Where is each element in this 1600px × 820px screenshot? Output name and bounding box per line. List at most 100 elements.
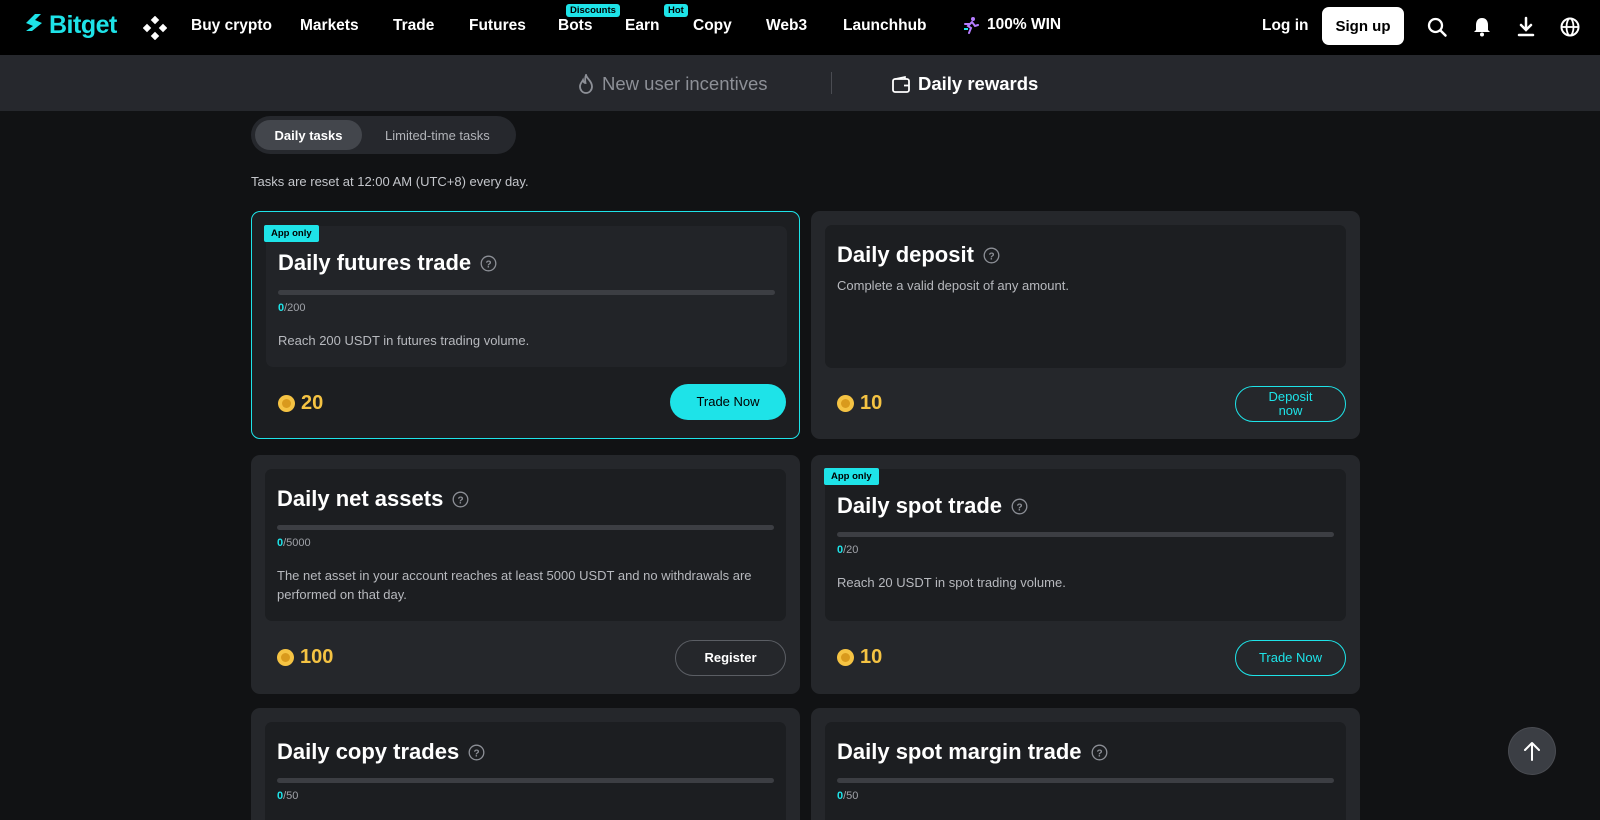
coin-icon [837, 649, 854, 666]
wallet-icon [892, 75, 910, 93]
daily-rewards-label: Daily rewards [918, 73, 1039, 94]
tab-daily-tasks[interactable]: Daily tasks [255, 120, 362, 150]
task-title: Daily net assets ? [277, 486, 469, 512]
progress-target: /50 [283, 790, 299, 802]
promo-label: 100% WIN [987, 16, 1062, 33]
tab-daily-rewards[interactable]: Daily rewards [892, 73, 1038, 95]
earn-hot-badge: Hot [664, 4, 688, 17]
brand-name: Bitget [49, 11, 117, 39]
search-icon[interactable] [1426, 16, 1448, 38]
bitget-logo-icon [26, 13, 42, 31]
task-card-deposit: Daily deposit ? Complete a valid deposit… [811, 211, 1360, 439]
task-title-text: Daily net assets [277, 486, 444, 511]
trade-now-button[interactable]: Trade Now [1235, 640, 1346, 676]
task-title-text: Daily spot trade [837, 493, 1003, 518]
task-card-spot-margin-trade: Daily spot margin trade ? 0/50 [811, 708, 1360, 820]
task-title-text: Daily spot margin trade [837, 739, 1082, 764]
nav-earn[interactable]: Earn [625, 17, 659, 35]
nav-trade[interactable]: Trade [393, 17, 434, 35]
svg-text:?: ? [988, 251, 994, 262]
scroll-to-top-button[interactable] [1509, 728, 1555, 774]
progress-text: 0/50 [837, 790, 858, 802]
progress-text: 0/5000 [277, 537, 311, 549]
task-card-body: Daily spot margin trade ? 0/50 [825, 722, 1346, 820]
app-only-badge: App only [264, 225, 319, 242]
task-card-spot-trade: Daily spot trade ? 0/20 Reach 20 USDT in… [811, 455, 1360, 694]
help-icon[interactable]: ? [1091, 744, 1108, 761]
task-card-body: Daily copy trades ? 0/50 [265, 722, 786, 820]
help-icon[interactable]: ? [452, 491, 469, 508]
nav-copy[interactable]: Copy [693, 17, 732, 35]
tab-new-user-incentives[interactable]: New user incentives [578, 73, 768, 95]
subheader-divider [831, 72, 832, 94]
coin-icon [837, 395, 854, 412]
nav-buy-crypto[interactable]: Buy crypto [191, 17, 272, 35]
task-card-futures: Daily futures trade ? 0/200 Reach 200 US… [251, 211, 800, 439]
tab-limited-time-tasks[interactable]: Limited-time tasks [364, 120, 511, 150]
nav-futures[interactable]: Futures [469, 17, 526, 35]
new-user-incentives-label: New user incentives [602, 73, 768, 94]
progress-bar [837, 778, 1334, 783]
nav-markets[interactable]: Markets [300, 17, 359, 35]
svg-text:?: ? [1096, 748, 1102, 759]
reset-note: Tasks are reset at 12:00 AM (UTC+8) ever… [251, 174, 529, 189]
login-link[interactable]: Log in [1262, 17, 1309, 35]
task-title: Daily deposit ? [837, 242, 1000, 268]
help-icon[interactable]: ? [1011, 498, 1028, 515]
runner-icon [964, 17, 979, 34]
task-title-text: Daily futures trade [278, 250, 472, 275]
nav-bots[interactable]: Bots [558, 17, 592, 35]
bots-discount-badge: Discounts [566, 4, 620, 17]
progress-bar [837, 532, 1334, 537]
progress-target: /20 [843, 544, 859, 556]
coin-icon [277, 649, 294, 666]
task-description: The net asset in your account reaches at… [277, 568, 752, 602]
help-icon[interactable]: ? [983, 247, 1000, 264]
trade-now-button[interactable]: Trade Now [670, 384, 786, 420]
task-card-body: Daily net assets ? 0/5000 The net asset … [265, 469, 786, 621]
task-type-tabs: Daily tasks Limited-time tasks [251, 116, 516, 154]
progress-bar [277, 525, 774, 530]
register-button[interactable]: Register [675, 640, 786, 676]
task-description: Complete a valid deposit of any amount. [837, 278, 1069, 293]
task-card-copy-trades: Daily copy trades ? 0/50 [251, 708, 800, 820]
progress-target: /200 [284, 302, 306, 314]
progress-text: 0/20 [837, 544, 858, 556]
reward-value: 10 [860, 392, 883, 414]
reward-value: 100 [300, 646, 334, 668]
task-description: Reach 20 USDT in spot trading volume. [837, 575, 1066, 590]
promo-win[interactable]: 100% WIN [962, 16, 1061, 34]
svg-text:?: ? [458, 495, 464, 506]
help-icon[interactable]: ? [480, 255, 497, 272]
progress-bar [278, 290, 775, 295]
reward-points: 10 [837, 646, 882, 669]
reward-points: 20 [278, 392, 323, 415]
download-icon[interactable] [1515, 16, 1537, 38]
task-card-body: Daily futures trade ? 0/200 Reach 200 US… [266, 226, 787, 367]
progress-text: 0/50 [277, 790, 298, 802]
task-card-net-assets: Daily net assets ? 0/5000 The net asset … [251, 455, 800, 694]
reward-points: 10 [837, 392, 882, 415]
reward-points: 100 [277, 646, 333, 669]
bell-icon[interactable] [1471, 16, 1493, 38]
bitget-logo[interactable]: Bitget [22, 11, 117, 40]
deposit-now-button[interactable]: Deposit now [1235, 386, 1346, 422]
coin-icon [278, 395, 295, 412]
help-icon[interactable]: ? [468, 744, 485, 761]
globe-icon[interactable] [1559, 16, 1581, 38]
signup-button[interactable]: Sign up [1322, 7, 1404, 45]
flame-icon [579, 74, 593, 94]
nav-launchhub[interactable]: Launchhub [843, 17, 927, 35]
progress-target: /50 [843, 790, 859, 802]
task-title: Daily spot trade ? [837, 493, 1028, 519]
task-card-body: Daily deposit ? Complete a valid deposit… [825, 225, 1346, 368]
progress-bar [277, 778, 774, 783]
progress-target: /5000 [283, 537, 311, 549]
grid-icon[interactable] [143, 16, 167, 40]
task-title: Daily copy trades ? [277, 739, 485, 765]
top-navigation: Bitget Buy crypto Markets Trade Futures … [0, 0, 1600, 55]
nav-web3[interactable]: Web3 [766, 17, 807, 35]
task-title-text: Daily deposit [837, 242, 974, 267]
task-card-body: Daily spot trade ? 0/20 Reach 20 USDT in… [825, 469, 1346, 621]
svg-text:?: ? [1016, 502, 1022, 513]
